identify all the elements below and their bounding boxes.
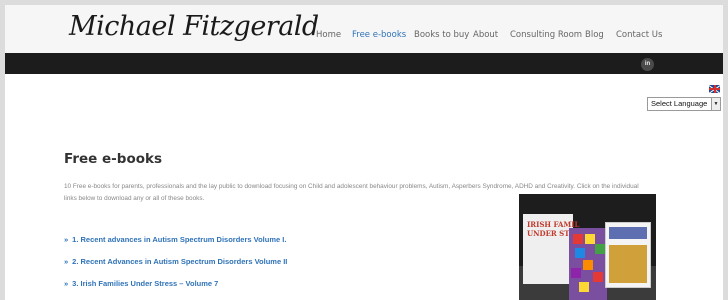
- nav-blog[interactable]: Blog: [585, 30, 604, 40]
- social-bar: [5, 53, 723, 74]
- site-header: Michael Fitzgerald Home Free e-books Boo…: [5, 5, 723, 53]
- ebook-link[interactable]: » 3. Irish Families Under Stress – Volume…: [64, 279, 218, 288]
- nav-about[interactable]: About: [473, 30, 498, 40]
- chevron-right-icon: »: [64, 279, 69, 288]
- page-frame: Michael Fitzgerald Home Free e-books Boo…: [5, 5, 723, 300]
- page-title: Free e-books: [64, 151, 163, 167]
- ebook-link[interactable]: » 1. Recent advances in Autism Spectrum D…: [64, 235, 286, 244]
- ebook-link[interactable]: » 2. Recent Advances in Autism Spectrum D…: [64, 257, 287, 266]
- language-select[interactable]: Select Language ▼: [647, 97, 721, 111]
- chevron-right-icon: »: [64, 257, 69, 266]
- nav-books-to-buy[interactable]: Books to buy: [414, 30, 469, 40]
- chevron-right-icon: »: [64, 235, 69, 244]
- uk-flag-icon[interactable]: [709, 85, 720, 93]
- ebook-link-label: 1. Recent advances in Autism Spectrum Di…: [72, 235, 287, 244]
- language-select-value: Select Language: [651, 99, 708, 108]
- nav-contact-us[interactable]: Contact Us: [616, 30, 662, 40]
- site-logo[interactable]: Michael Fitzgerald: [69, 11, 319, 42]
- nav-home[interactable]: Home: [316, 30, 341, 40]
- ebook-link-label: 3. Irish Families Under Stress – Volume …: [72, 279, 219, 288]
- nav-free-ebooks[interactable]: Free e-books: [352, 30, 406, 40]
- chevron-down-icon: ▼: [711, 98, 720, 110]
- book-cover-autism-spectrum: [605, 222, 651, 288]
- nav-consulting-room[interactable]: Consulting Room: [510, 30, 582, 40]
- books-photo: IRISH FAMIL UNDER STRES: [519, 194, 656, 300]
- book-cover-blocks: [569, 228, 607, 300]
- book-cover-irish-families: IRISH FAMIL UNDER STRES: [523, 214, 586, 284]
- linkedin-icon[interactable]: in: [641, 58, 654, 71]
- ebook-link-label: 2. Recent Advances in Autism Spectrum Di…: [72, 257, 288, 266]
